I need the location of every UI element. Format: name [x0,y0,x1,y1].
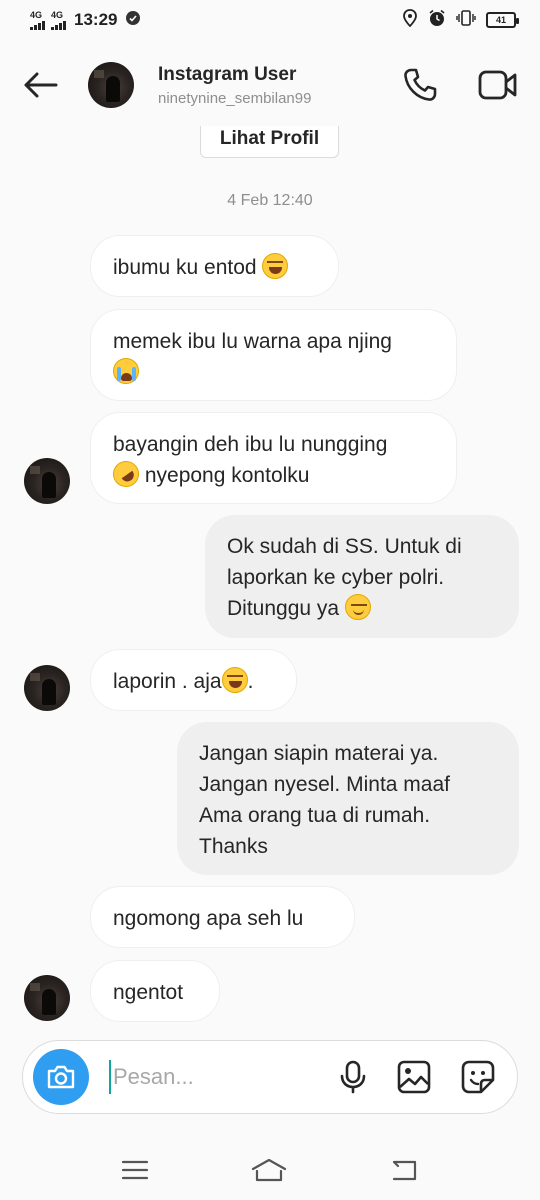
message-line: laporkan ke cyber polri. [227,566,445,589]
battery-icon: 41 [486,12,519,28]
location-icon [402,8,418,32]
sticker-icon[interactable] [461,1060,495,1094]
alarm-icon [428,9,446,32]
message-line: Ditunggu ya [227,597,340,620]
laugh-cry-emoji [221,667,248,693]
status-bar: 4G 4G 13:29 41 [0,0,540,40]
camera-button[interactable] [33,1049,89,1105]
incoming-message[interactable]: ngomong apa seh lu [90,886,355,948]
message-line: Ama orang tua di rumah. [199,804,431,827]
contact-avatar[interactable] [88,62,134,108]
incoming-message[interactable]: ibumu ku entod [90,235,339,297]
notification-icon [125,10,141,31]
contact-name: Instagram User [158,63,297,85]
message-text: ibumu ku entod [113,256,257,279]
incoming-message[interactable]: bayangin deh ibu lu nungging nyepong kon… [90,412,457,504]
sender-avatar[interactable] [24,975,70,1021]
text-cursor [109,1060,111,1094]
microphone-icon[interactable] [339,1060,367,1094]
sim2-network-label: 4G [51,9,64,20]
sender-avatar[interactable] [24,665,70,711]
video-call-icon[interactable] [478,69,518,101]
back-nav-icon[interactable] [389,1158,419,1182]
message-text: ngomong apa seh lu [113,907,304,930]
menu-icon[interactable] [121,1159,149,1181]
smiling-emoji [344,594,371,620]
sim1-signal-icon: 4G [30,9,45,30]
message-composer [22,1040,518,1114]
laugh-cry-emoji [262,253,289,279]
sender-avatar[interactable] [24,458,70,504]
message-text: ngentot [113,981,184,1004]
incoming-message[interactable]: ngentot [90,960,220,1022]
outgoing-message[interactable]: Jangan siapin materai ya. Jangan nyesel.… [177,722,519,875]
home-icon[interactable] [250,1157,288,1183]
message-text: memek ibu lu warna apa njing [113,330,392,353]
contact-info[interactable]: Instagram User ninetynine_sembilan99 [158,64,311,107]
rofl-emoji [107,455,145,493]
message-text: bayangin deh ibu lu nungging [113,433,388,456]
message-text-continued: . [247,670,254,693]
view-profile-button[interactable]: Lihat Profil [200,126,339,158]
incoming-message[interactable]: laporin . aja. [90,649,297,711]
message-line: Jangan siapin materai ya. [199,742,439,765]
phone-call-icon[interactable] [402,67,438,103]
message-text: laporin . aja [113,670,222,693]
camera-icon [47,1065,75,1089]
message-line: Ok sudah di SS. Untuk di [227,535,462,558]
incoming-message[interactable]: memek ibu lu warna apa njing [90,309,457,401]
vibrate-icon [456,9,476,32]
date-separator: 4 Feb 12:40 [227,192,313,209]
message-input[interactable] [113,1064,293,1090]
contact-username: ninetynine_sembilan99 [158,89,312,107]
back-arrow-icon[interactable] [22,71,58,99]
gallery-image-icon[interactable] [397,1060,431,1094]
sim2-signal-icon: 4G [51,9,66,30]
message-line: Jangan nyesel. Minta maaf [199,773,450,796]
message-line: Thanks [199,835,268,858]
outgoing-message[interactable]: Ok sudah di SS. Untuk di laporkan ke cyb… [205,515,519,638]
loudly-crying-emoji [113,358,139,384]
system-navigation-bar [0,1140,540,1200]
message-text-continued: nyepong kontolku [144,464,310,487]
chat-header: Instagram User ninetynine_sembilan99 [0,40,540,130]
status-time: 13:29 [74,10,118,29]
sim1-network-label: 4G [30,9,43,20]
